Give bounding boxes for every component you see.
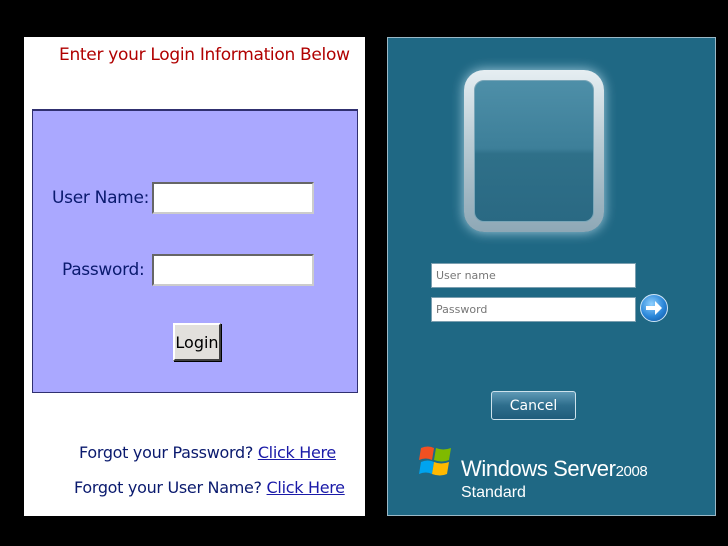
brand-year: 2008 (615, 463, 648, 480)
user-tile-icon (464, 70, 604, 232)
login-title: Enter your Login Information Below (59, 45, 350, 65)
brand-name: Windows Server2008 (461, 456, 648, 482)
forgot-password-line: Forgot your Password? Click Here (79, 443, 336, 462)
forgot-username-link[interactable]: Click Here (267, 478, 345, 497)
forgot-password-link[interactable]: Click Here (258, 443, 336, 462)
forgot-username-line: Forgot your User Name? Click Here (74, 478, 345, 497)
windows-logon-panel: Cancel Windows Server2008 Standard (387, 37, 716, 516)
brand-title: Windows Server (461, 456, 616, 481)
edition-label: Standard (461, 484, 526, 501)
user-tile-screen (474, 80, 594, 222)
windows-username-field[interactable] (431, 263, 636, 288)
web-login-panel: Enter your Login Information Below User … (24, 37, 365, 516)
windows-password-field[interactable] (431, 297, 636, 322)
arrow-right-icon[interactable] (640, 294, 668, 322)
login-button[interactable]: Login (173, 323, 221, 361)
cancel-button[interactable]: Cancel (491, 391, 576, 420)
username-field[interactable] (152, 182, 314, 214)
forgot-username-text: Forgot your User Name? (74, 478, 262, 497)
windows-flag-icon (419, 442, 453, 480)
forgot-password-text: Forgot your Password? (79, 443, 254, 462)
password-field[interactable] (152, 254, 314, 286)
username-label: User Name: (52, 188, 150, 208)
password-label: Password: (62, 260, 145, 280)
login-form-box: User Name: Password: Login (32, 109, 358, 393)
